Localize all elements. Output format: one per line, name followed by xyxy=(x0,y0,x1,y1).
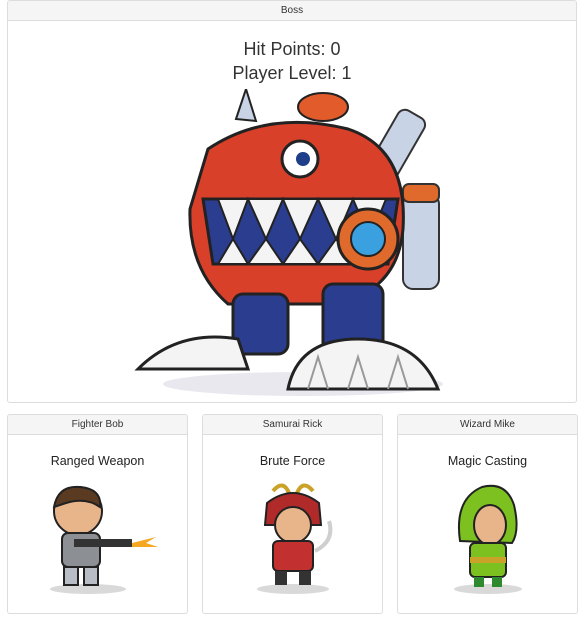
hero-card-wizard-mike[interactable]: Wizard Mike Magic Casting xyxy=(397,414,578,614)
wizard-icon[interactable] xyxy=(426,481,551,596)
soldier-icon[interactable] xyxy=(36,481,161,596)
boss-panel: Boss Hit Points: 0 Player Level: 1 xyxy=(7,0,577,403)
hero-skill: Ranged Weapon xyxy=(50,454,145,468)
hero-skill: Magic Casting xyxy=(447,454,528,468)
hero-name: Samurai Rick xyxy=(203,415,382,435)
hero-name: Fighter Bob xyxy=(8,415,187,435)
boss-image[interactable] xyxy=(118,89,458,401)
hero-card-samurai-rick[interactable]: Samurai Rick Brute Force xyxy=(202,414,383,614)
boss-panel-heading: Boss xyxy=(8,1,576,21)
boss-stats: Hit Points: 0 Player Level: 1 xyxy=(8,37,576,85)
samurai-icon[interactable] xyxy=(231,481,356,596)
hero-name: Wizard Mike xyxy=(398,415,577,435)
hero-card-fighter-bob[interactable]: Fighter Bob Ranged Weapon xyxy=(7,414,188,614)
player-level-text: Player Level: 1 xyxy=(232,63,352,83)
hit-points-text: Hit Points: 0 xyxy=(243,39,341,59)
hero-skill: Brute Force xyxy=(259,454,326,468)
